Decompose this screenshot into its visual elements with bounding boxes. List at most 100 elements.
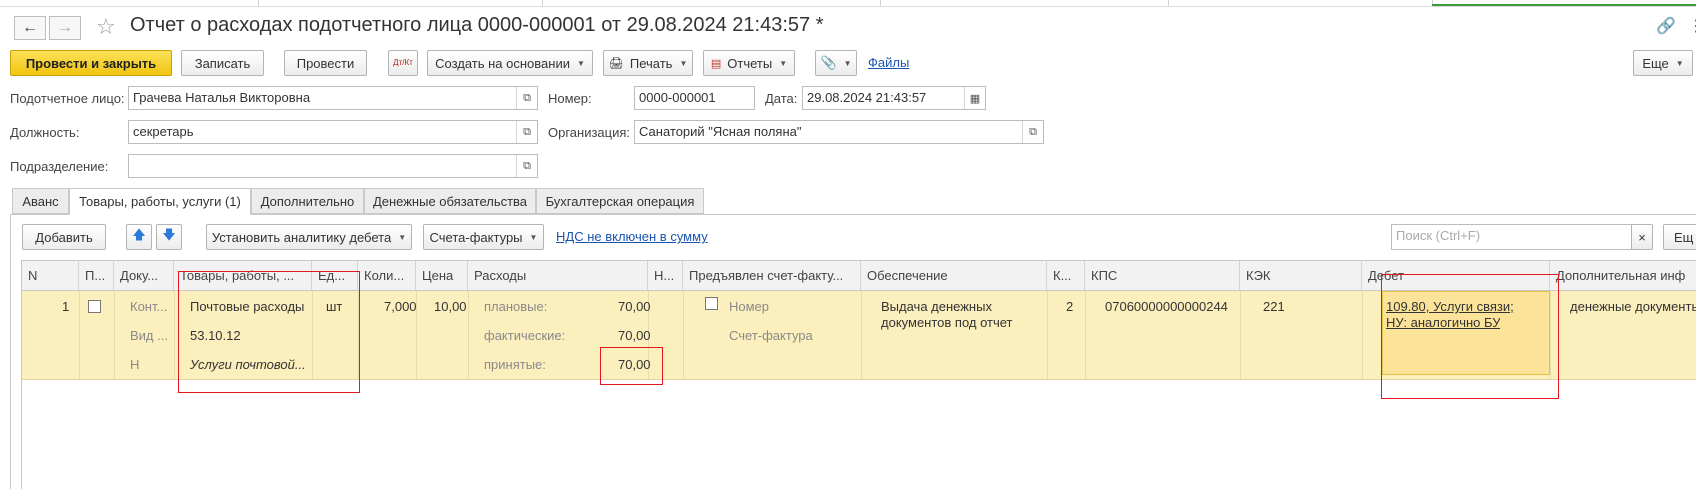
kps-cell[interactable]: 07060000000000244 <box>1105 299 1228 314</box>
column-header[interactable]: Дополнительная инф <box>1550 261 1696 291</box>
doc-cell-1[interactable]: Конт... <box>130 299 167 314</box>
open-icon[interactable]: ⧉ <box>516 87 537 109</box>
column-header[interactable]: КЭК <box>1240 261 1362 291</box>
annotation-box <box>600 347 663 385</box>
invoice-checkbox[interactable] <box>705 297 718 310</box>
tab-monetary-obligations[interactable]: Денежные обязательства <box>364 188 536 214</box>
dt-kt-button[interactable]: Дт/Кт <box>388 50 418 76</box>
date-field[interactable]: 29.08.2024 21:43:57 ▦ <box>802 86 986 110</box>
invoices-label: Счета-фактуры <box>429 229 523 245</box>
close-icon: × <box>1638 229 1646 245</box>
column-header[interactable]: Цена <box>416 261 468 291</box>
annotation-box <box>178 271 360 393</box>
position-field[interactable]: секретарь ⧉ <box>128 120 538 144</box>
provision-cell[interactable]: Выдача денежных документов под отчет <box>881 299 1041 331</box>
favorite-star-icon[interactable]: ☆ <box>96 14 116 40</box>
create-based-on-button[interactable]: Создать на основании ▼ <box>427 50 593 76</box>
expense-planned-label: плановые: <box>484 299 548 314</box>
back-button[interactable]: ← <box>14 16 46 40</box>
column-header[interactable]: N <box>22 261 79 291</box>
invoice-number[interactable]: Номер <box>729 299 769 314</box>
tab-accounting-operation[interactable]: Бухгалтерская операция <box>536 188 704 214</box>
date-value: 29.08.2024 21:43:57 <box>807 90 927 105</box>
invoices-button[interactable]: Счета-фактуры ▼ <box>423 224 544 250</box>
number-field[interactable]: 0000-000001 <box>634 86 755 110</box>
set-debit-analytics-button[interactable]: Установить аналитику дебета ▼ <box>206 224 412 250</box>
more-button[interactable]: Еще ▼ <box>1633 50 1693 76</box>
menu-dots-icon[interactable]: ⋮ <box>1688 16 1696 36</box>
open-icon[interactable]: ⧉ <box>1022 121 1043 143</box>
link-icon[interactable]: 🔗 <box>1656 16 1676 36</box>
tab-advance[interactable]: Аванс <box>12 188 69 214</box>
post-button[interactable]: Провести <box>284 50 367 76</box>
table-more-button[interactable]: Ещ <box>1663 224 1696 250</box>
person-field[interactable]: Грачева Наталья Викторовна ⧉ <box>128 86 538 110</box>
column-header[interactable]: КПС <box>1085 261 1240 291</box>
save-button[interactable]: Записать <box>181 50 264 76</box>
date-label: Дата: <box>765 91 798 106</box>
column-header[interactable]: Доку... <box>114 261 174 291</box>
caret-down-icon: ▼ <box>1675 58 1684 68</box>
move-up-button[interactable]: 🡅 <box>126 224 152 250</box>
open-icon[interactable]: ⧉ <box>516 155 537 177</box>
arrow-right-icon: → <box>57 19 73 36</box>
row-checkbox[interactable] <box>88 300 101 313</box>
caret-down-icon: ▼ <box>529 232 538 242</box>
column-header[interactable]: Н... <box>648 261 683 291</box>
add-button[interactable]: Добавить <box>22 224 106 250</box>
person-value: Грачева Наталья Викторовна <box>133 90 311 105</box>
column-header[interactable]: К... <box>1047 261 1085 291</box>
window-tab[interactable] <box>880 0 1169 6</box>
department-label: Подразделение: <box>10 159 109 174</box>
vat-not-included-link[interactable]: НДС не включен в сумму <box>556 229 708 244</box>
print-button[interactable]: 🖨 Печать ▼ <box>603 50 693 76</box>
kek-cell[interactable]: 221 <box>1263 299 1285 314</box>
price-cell[interactable]: 10,00 <box>434 299 467 314</box>
arrow-up-icon: 🡅 <box>132 227 146 242</box>
doc-cell-3[interactable]: Н <box>130 357 139 372</box>
column-header[interactable]: Обеспечение <box>861 261 1047 291</box>
organization-field[interactable]: Санаторий "Ясная поляна" ⧉ <box>634 120 1044 144</box>
attachment-button[interactable]: 📎 ▼ <box>815 50 857 76</box>
open-icon[interactable]: ⧉ <box>516 121 537 143</box>
additional-info-cell[interactable]: денежные документы <box>1570 299 1696 314</box>
reports-button[interactable]: ▤ Отчеты ▼ <box>703 50 795 76</box>
tab-additional[interactable]: Дополнительно <box>251 188 364 214</box>
move-down-button[interactable]: 🡇 <box>156 224 182 250</box>
caret-down-icon: ▼ <box>398 232 407 242</box>
column-header[interactable]: П... <box>79 261 114 291</box>
window-tabs-strip <box>0 0 1696 7</box>
active-window-indicator <box>1432 4 1696 6</box>
files-link[interactable]: Файлы <box>868 55 909 70</box>
caret-down-icon: ▼ <box>576 58 585 68</box>
window-tab[interactable] <box>542 0 881 6</box>
number-label: Номер: <box>548 91 592 106</box>
column-header[interactable]: Расходы <box>468 261 648 291</box>
forward-button[interactable]: → <box>49 16 81 40</box>
search-input[interactable]: Поиск (Ctrl+F) <box>1391 224 1632 250</box>
department-field[interactable]: ⧉ <box>128 154 538 178</box>
column-header[interactable]: Предъявлен счет-факту... <box>683 261 861 291</box>
tab-goods-services[interactable]: Товары, работы, услуги (1) <box>69 188 251 215</box>
doc-cell-2[interactable]: Вид ... <box>130 328 168 343</box>
row-number: 1 <box>62 299 70 314</box>
paperclip-icon: 📎 <box>820 55 837 70</box>
k-cell[interactable]: 2 <box>1066 299 1073 314</box>
calendar-icon[interactable]: ▦ <box>964 87 985 109</box>
post-and-close-button[interactable]: Провести и закрыть <box>10 50 172 76</box>
expense-actual-value[interactable]: 70,00 <box>618 328 651 343</box>
invoice-document[interactable]: Счет-фактура <box>729 328 813 343</box>
window-tab[interactable] <box>1168 0 1433 6</box>
window-tab[interactable] <box>258 0 543 6</box>
caret-down-icon: ▼ <box>679 58 688 68</box>
window-tab[interactable] <box>0 0 259 6</box>
print-label: Печать <box>629 55 673 71</box>
quantity-cell[interactable]: 7,000 <box>384 299 417 314</box>
organization-label: Организация: <box>548 125 631 140</box>
expense-planned-value[interactable]: 70,00 <box>618 299 651 314</box>
caret-down-icon: ▼ <box>779 58 788 68</box>
caret-down-icon: ▼ <box>843 58 852 68</box>
column-header[interactable]: Коли... <box>358 261 416 291</box>
clear-search-button[interactable]: × <box>1631 224 1653 250</box>
organization-value: Санаторий "Ясная поляна" <box>639 124 802 139</box>
